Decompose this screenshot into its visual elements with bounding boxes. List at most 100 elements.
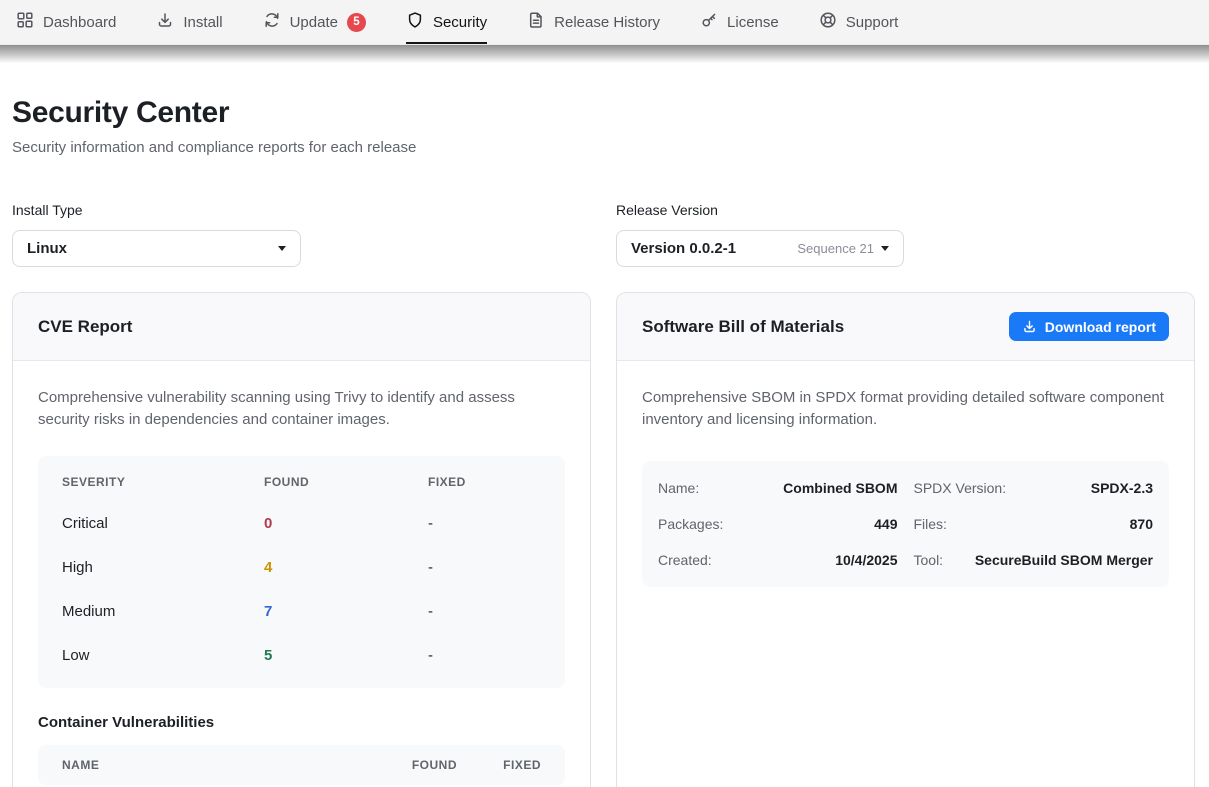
fixed-count: - (428, 603, 541, 620)
update-count-badge: 5 (347, 13, 366, 32)
nav-item-update[interactable]: Update 5 (263, 0, 366, 44)
container-vulnerabilities-header: NAME FOUND FIXED (38, 745, 565, 785)
severity-label: Low (62, 647, 264, 664)
severity-table-header: SEVERITY FOUND FIXED (38, 462, 565, 502)
severity-label: Medium (62, 603, 264, 620)
sbom-field-spdx-version: SPDX Version: SPDX-2.3 (914, 480, 1154, 496)
cve-report-description: Comprehensive vulnerability scanning usi… (38, 387, 565, 431)
cve-report-card: CVE Report Comprehensive vulnerability s… (12, 292, 591, 787)
field-value: 449 (874, 516, 897, 532)
download-icon (1022, 319, 1037, 334)
chevron-down-icon (278, 246, 286, 251)
nav-label: Security (433, 14, 487, 31)
sbom-row: Packages: 449 Files: 870 (658, 506, 1153, 542)
found-count: 5 (264, 647, 428, 664)
field-label: Created: (658, 552, 712, 568)
install-type-filter: Install Type Linux (12, 202, 591, 267)
table-row: Medium 7 - (38, 590, 565, 634)
download-report-label: Download report (1045, 319, 1156, 335)
field-value: Combined SBOM (783, 480, 897, 496)
found-count: 4 (264, 559, 428, 576)
release-version-value: Version 0.0.2-1 (631, 240, 736, 257)
severity-label: High (62, 559, 264, 576)
dashboard-icon (16, 11, 34, 33)
sbom-row: Name: Combined SBOM SPDX Version: SPDX-2… (658, 470, 1153, 506)
sbom-body: Comprehensive SBOM in SPDX format provid… (617, 361, 1194, 613)
nav-label: Install (183, 14, 222, 31)
release-version-filter: Release Version Version 0.0.2-1 Sequence… (616, 202, 1195, 267)
field-label: SPDX Version: (914, 480, 1007, 496)
sbom-field-tool: Tool: SecureBuild SBOM Merger (914, 552, 1154, 568)
col-severity: SEVERITY (62, 475, 264, 489)
nav-item-install[interactable]: Install (156, 0, 222, 44)
sbom-field-files: Files: 870 (914, 516, 1154, 532)
sequence-tag: Sequence 21 (797, 241, 874, 256)
container-vulnerabilities-title: Container Vulnerabilities (38, 714, 565, 731)
cve-report-title: CVE Report (38, 317, 132, 337)
sbom-description: Comprehensive SBOM in SPDX format provid… (642, 387, 1169, 431)
lifebuoy-icon (819, 11, 837, 33)
cve-report-header: CVE Report (13, 293, 590, 361)
download-icon (156, 11, 174, 33)
fixed-count: - (428, 515, 541, 532)
severity-label: Critical (62, 515, 264, 532)
table-row: Low 5 - (38, 634, 565, 678)
install-type-label: Install Type (12, 202, 591, 218)
found-count: 7 (264, 603, 428, 620)
col-fixed: FIXED (428, 475, 541, 489)
main-content: Security Center Security information and… (0, 96, 1209, 787)
cards-grid: CVE Report Comprehensive vulnerability s… (12, 292, 1195, 787)
refresh-icon (263, 11, 281, 33)
nav-label: Update (290, 14, 338, 31)
table-row: Critical 0 - (38, 502, 565, 546)
col-found: FOUND (264, 475, 428, 489)
sbom-details: Name: Combined SBOM SPDX Version: SPDX-2… (642, 461, 1169, 587)
key-icon (700, 11, 718, 33)
severity-table: SEVERITY FOUND FIXED Critical 0 - High 4… (38, 456, 565, 688)
release-version-select[interactable]: Version 0.0.2-1 Sequence 21 (616, 230, 904, 267)
field-value: 10/4/2025 (835, 552, 897, 568)
field-value: SPDX-2.3 (1091, 480, 1153, 496)
page-subtitle: Security information and compliance repo… (12, 139, 1195, 156)
nav-label: Support (846, 14, 899, 31)
install-type-select[interactable]: Linux (12, 230, 301, 267)
nav-item-support[interactable]: Support (819, 0, 899, 44)
release-version-label: Release Version (616, 202, 1195, 218)
nav-item-release-history[interactable]: Release History (527, 0, 660, 44)
nav-label: Release History (554, 14, 660, 31)
field-label: Files: (914, 516, 947, 532)
nav-label: Dashboard (43, 14, 116, 31)
field-label: Name: (658, 480, 699, 496)
table-row: High 4 - (38, 546, 565, 590)
sbom-title: Software Bill of Materials (642, 317, 844, 337)
col-found: FOUND (377, 758, 457, 772)
col-name: NAME (62, 758, 377, 772)
cve-report-body: Comprehensive vulnerability scanning usi… (13, 361, 590, 787)
field-value: SecureBuild SBOM Merger (975, 552, 1153, 568)
field-value: 870 (1130, 516, 1153, 532)
fixed-count: - (428, 559, 541, 576)
install-type-value: Linux (27, 240, 67, 257)
field-label: Tool: (914, 552, 944, 568)
nav-label: License (727, 14, 779, 31)
shield-icon (406, 11, 424, 33)
page-title: Security Center (12, 96, 1195, 130)
sbom-field-packages: Packages: 449 (658, 516, 898, 532)
top-navigation: Dashboard Install Update 5 S (0, 0, 1209, 45)
nav-item-security[interactable]: Security (406, 0, 487, 44)
chevron-down-icon (881, 246, 889, 251)
file-text-icon (527, 11, 545, 33)
fixed-count: - (428, 647, 541, 664)
nav-item-license[interactable]: License (700, 0, 779, 44)
sbom-row: Created: 10/4/2025 Tool: SecureBuild SBO… (658, 542, 1153, 578)
header-shadow (0, 45, 1209, 63)
col-fixed: FIXED (481, 758, 541, 772)
sbom-card: Software Bill of Materials Download repo… (616, 292, 1195, 787)
sbom-field-created: Created: 10/4/2025 (658, 552, 898, 568)
sbom-field-name: Name: Combined SBOM (658, 480, 898, 496)
sbom-header: Software Bill of Materials Download repo… (617, 293, 1194, 361)
found-count: 0 (264, 515, 428, 532)
filters-row: Install Type Linux Release Version Versi… (12, 202, 1195, 267)
nav-item-dashboard[interactable]: Dashboard (16, 0, 116, 44)
download-report-button[interactable]: Download report (1009, 312, 1169, 341)
